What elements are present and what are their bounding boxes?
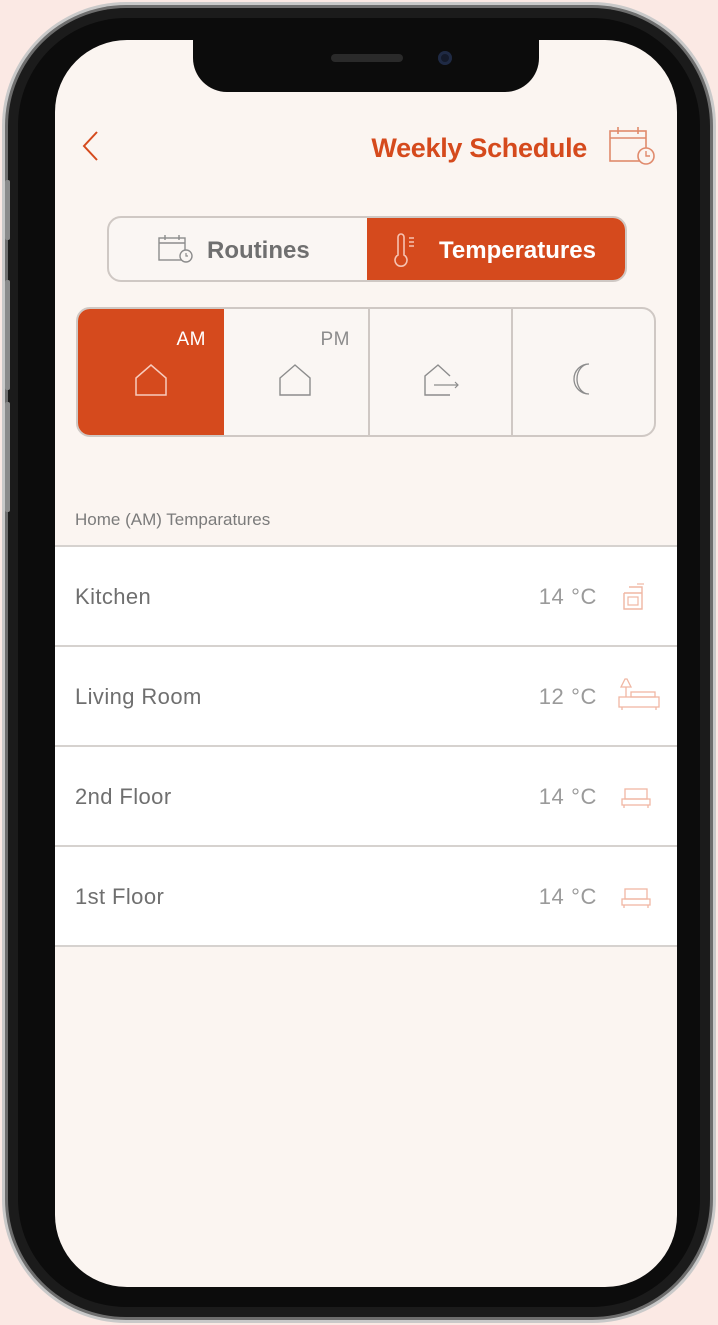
calendar-clock-icon[interactable] — [606, 125, 658, 169]
room-row-living-room[interactable]: Living Room 12 °C — [55, 647, 677, 747]
room-name: Kitchen — [75, 584, 152, 609]
section-label: Home (AM) Temparatures — [75, 510, 271, 529]
room-temperature: 14 °C — [538, 884, 597, 909]
tab-temperatures-label: Temperatures — [439, 237, 596, 264]
tab-routines-label: Routines — [207, 237, 310, 264]
thermometer-icon — [394, 233, 414, 267]
room-row-1st-floor[interactable]: 1st Floor 14 °C — [55, 847, 677, 947]
home-icon — [135, 364, 167, 396]
room-temperature: 14 °C — [538, 784, 597, 809]
room-list: Kitchen 14 °C Living Room 12 °C 2nd Floo… — [55, 545, 677, 947]
notch — [193, 40, 539, 92]
speaker — [331, 54, 403, 62]
room-temperature: 14 °C — [538, 584, 597, 609]
sofa-lamp-icon — [618, 678, 660, 710]
mode-night[interactable] — [513, 309, 654, 435]
mode-am[interactable]: AM — [78, 309, 224, 435]
mode-am-label: AM — [176, 329, 206, 350]
app-screen: Weekly Schedule Routines Temperatures AM… — [55, 40, 677, 1287]
front-camera — [438, 51, 452, 65]
mode-away[interactable] — [370, 309, 513, 435]
view-segmented-control: Routines Temperatures — [107, 216, 627, 282]
chevron-left-icon[interactable] — [77, 126, 107, 166]
tab-temperatures[interactable]: Temperatures — [367, 218, 625, 280]
room-name: Living Room — [75, 684, 202, 709]
page-title: Weekly Schedule — [371, 133, 587, 163]
mode-selector: AM PM — [76, 307, 656, 437]
room-row-2nd-floor[interactable]: 2nd Floor 14 °C — [55, 747, 677, 847]
volume-down-button — [5, 402, 10, 512]
mute-switch — [5, 180, 10, 240]
room-row-kitchen[interactable]: Kitchen 14 °C — [55, 547, 677, 647]
mode-pm-label: PM — [320, 329, 350, 350]
bed-icon — [621, 788, 651, 808]
calendar-clock-icon — [158, 235, 193, 263]
home-icon — [279, 364, 311, 396]
bed-icon — [621, 888, 651, 908]
tab-routines[interactable]: Routines — [109, 218, 367, 280]
volume-up-button — [5, 280, 10, 390]
oven-icon — [623, 583, 644, 610]
mode-pm[interactable]: PM — [224, 309, 370, 435]
room-temperature: 12 °C — [538, 684, 597, 709]
leave-home-icon — [424, 364, 459, 396]
moon-icon — [573, 363, 590, 395]
room-name: 2nd Floor — [75, 784, 172, 809]
room-name: 1st Floor — [75, 884, 165, 909]
